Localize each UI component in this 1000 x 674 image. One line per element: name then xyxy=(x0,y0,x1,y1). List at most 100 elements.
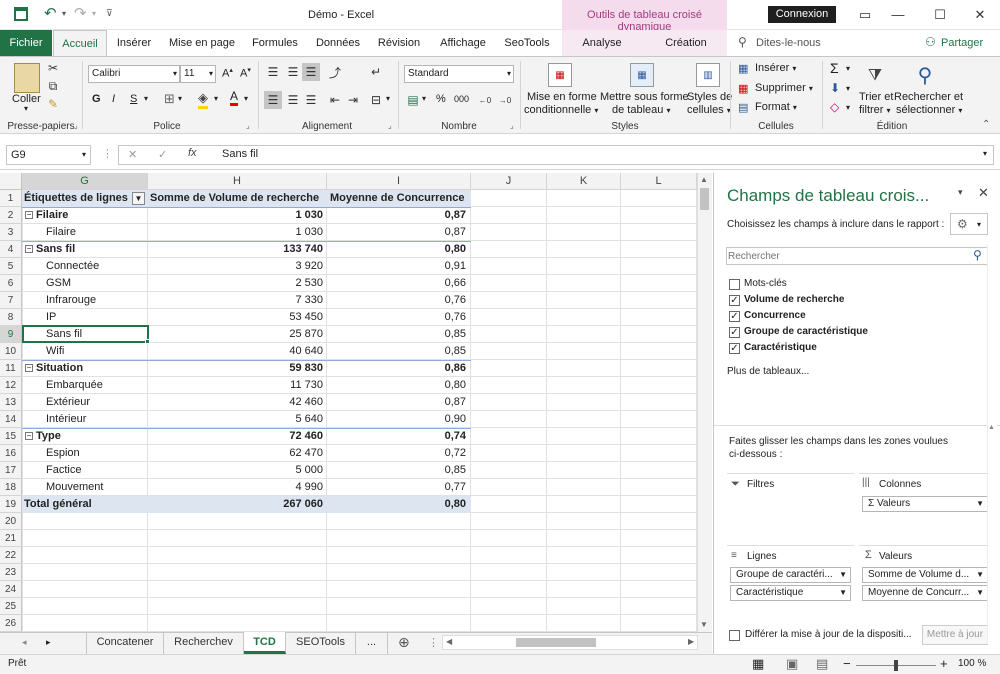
fill-dropdown-icon[interactable]: ▾ xyxy=(846,84,850,93)
pivot-value-cell[interactable]: 0,85 xyxy=(330,462,466,479)
find-select-label-2[interactable]: sélectionner ▾ xyxy=(896,104,962,116)
thousands-button[interactable]: 000 xyxy=(454,94,469,104)
share-button[interactable]: Partager xyxy=(941,37,983,49)
percent-button[interactable]: % xyxy=(436,93,446,105)
shrink-font-icon[interactable]: A▾ xyxy=(240,66,251,80)
paste-icon[interactable] xyxy=(14,63,40,93)
collapse-ribbon-icon[interactable]: ⌃ xyxy=(982,119,990,130)
column-header[interactable]: J xyxy=(471,173,547,190)
collapse-group-icon[interactable]: − xyxy=(25,211,33,219)
cell-styles-icon[interactable]: ▥ xyxy=(696,63,720,87)
pane-scrollbar[interactable] xyxy=(987,244,997,644)
insert-function-button[interactable]: fx xyxy=(188,147,197,159)
format-as-table-label-1[interactable]: Mettre sous forme xyxy=(600,91,689,103)
pivot-value-cell[interactable]: 2 530 xyxy=(150,275,323,292)
tab-seotools[interactable]: SeoTools xyxy=(500,30,554,56)
pivot-row-label[interactable]: Connectée xyxy=(46,258,146,275)
row-filter-dropdown-icon[interactable]: ▼ xyxy=(132,192,145,205)
select-all-corner[interactable] xyxy=(0,173,22,190)
scroll-left-icon[interactable]: ◀ xyxy=(446,637,452,646)
pivot-row-label[interactable]: Wifi xyxy=(46,343,146,360)
format-cells-icon[interactable]: ▤ xyxy=(738,101,748,114)
pivot-value-cell[interactable]: 42 460 xyxy=(150,394,323,411)
pivot-row-label[interactable]: Type xyxy=(36,428,146,445)
pivot-row-label[interactable]: IP xyxy=(46,309,146,326)
zoom-in-icon[interactable]: + xyxy=(940,656,948,671)
cut-icon[interactable]: ✂ xyxy=(46,61,60,75)
accounting-format-icon[interactable]: ▤ xyxy=(404,91,422,109)
pivot-row-label[interactable]: Filaire xyxy=(46,224,146,241)
clipboard-launcher-icon[interactable]: ⌟ xyxy=(74,121,78,130)
column-item-values[interactable]: Σ Valeurs ▼ xyxy=(862,496,988,512)
maximize-icon[interactable]: ☐ xyxy=(930,6,950,24)
tab-home[interactable]: Accueil xyxy=(53,30,107,57)
pivot-value-cell[interactable]: 53 450 xyxy=(150,309,323,326)
sort-filter-label-1[interactable]: Trier et xyxy=(859,91,893,103)
insert-cells-button[interactable]: Insérer ▾ xyxy=(755,62,796,74)
row-header[interactable]: 4 xyxy=(0,241,22,258)
cell-styles-label-2[interactable]: cellules ▾ xyxy=(687,104,731,116)
pivot-value-cell[interactable]: 0,66 xyxy=(330,275,466,292)
row-header[interactable]: 23 xyxy=(0,564,22,581)
pivot-value-cell[interactable]: 0,90 xyxy=(330,411,466,428)
value-item-1[interactable]: Somme de Volume d... ▼ xyxy=(862,567,988,583)
sheet-tab-seotools[interactable]: SEOTools xyxy=(286,632,356,654)
pivot-value-cell[interactable]: 0,80 xyxy=(330,241,466,258)
zoom-out-icon[interactable]: − xyxy=(843,656,851,671)
number-launcher-icon[interactable]: ⌟ xyxy=(510,121,514,130)
zoom-level[interactable]: 100 % xyxy=(958,658,986,669)
pivot-value-cell[interactable]: 5 000 xyxy=(150,462,323,479)
pivot-value-cell[interactable]: 25 870 xyxy=(150,326,323,343)
redo-icon[interactable]: ↷ xyxy=(74,4,87,22)
decrease-indent-icon[interactable]: ⇤ xyxy=(326,91,344,109)
pivot-value-cell[interactable]: 0,80 xyxy=(330,496,466,513)
customize-qat-icon[interactable]: ⊽ xyxy=(106,8,113,19)
wrap-text-icon[interactable]: ↵ xyxy=(368,63,384,81)
row-header[interactable]: 13 xyxy=(0,394,22,411)
clear-dropdown-icon[interactable]: ▾ xyxy=(846,103,850,112)
tab-analyse[interactable]: Analyse xyxy=(570,30,634,56)
find-select-icon[interactable]: ⚲ xyxy=(912,61,938,89)
pane-search-input[interactable] xyxy=(728,249,958,263)
increase-decimal-icon[interactable]: ←0 xyxy=(476,91,494,109)
underline-button[interactable]: S xyxy=(130,93,137,105)
pivot-value-cell[interactable]: 0,74 xyxy=(330,428,466,445)
pivot-row-labels-header[interactable]: Étiquettes de lignes xyxy=(24,190,146,207)
pane-scroll-up-icon[interactable]: ▲ xyxy=(988,424,995,431)
field-label[interactable]: Concurrence xyxy=(744,310,806,321)
ribbon-display-icon[interactable]: ▭ xyxy=(855,6,875,24)
pivot-value-cell[interactable]: 5 640 xyxy=(150,411,323,428)
field-checkbox[interactable]: ✓ xyxy=(729,295,740,306)
page-layout-view-icon[interactable]: ▣ xyxy=(786,656,798,672)
autosum-icon[interactable]: Σ xyxy=(830,60,839,76)
pivot-row-label[interactable]: Espion xyxy=(46,445,146,462)
pivot-row-label[interactable]: Situation xyxy=(36,360,146,377)
field-checkbox[interactable]: ✓ xyxy=(729,343,740,354)
pivot-value-cell[interactable]: 0,91 xyxy=(330,258,466,275)
defer-update-checkbox[interactable] xyxy=(729,630,740,641)
pivot-value-cell[interactable]: 0,85 xyxy=(330,343,466,360)
tab-file[interactable]: Fichier xyxy=(0,30,52,56)
format-as-table-label-2[interactable]: de tableau ▾ xyxy=(612,104,670,116)
pivot-row-label[interactable]: Factice xyxy=(46,462,146,479)
row-header[interactable]: 10 xyxy=(0,343,22,360)
row-header[interactable]: 21 xyxy=(0,530,22,547)
value-item-2[interactable]: Moyenne de Concurr... ▼ xyxy=(862,585,988,601)
row-header[interactable]: 15 xyxy=(0,428,22,445)
tab-page-layout[interactable]: Mise en page xyxy=(166,30,238,56)
pivot-value-cell[interactable]: 133 740 xyxy=(150,241,323,258)
autosum-dropdown-icon[interactable]: ▾ xyxy=(846,64,850,73)
format-as-table-icon[interactable]: ▦ xyxy=(630,63,654,87)
align-top-icon[interactable]: ☰ xyxy=(264,63,282,81)
add-sheet-icon[interactable]: ⊕ xyxy=(398,634,410,651)
horizontal-scroll-thumb[interactable] xyxy=(516,638,596,647)
format-cells-button[interactable]: Format ▾ xyxy=(755,101,797,113)
align-bottom-icon[interactable]: ☰ xyxy=(302,63,320,81)
conditional-format-icon[interactable]: ▦ xyxy=(548,63,572,87)
pivot-value-cell[interactable]: 267 060 xyxy=(150,496,323,513)
alignment-launcher-icon[interactable]: ⌟ xyxy=(388,121,392,130)
pivot-value-cell[interactable]: 7 330 xyxy=(150,292,323,309)
vertical-scrollbar[interactable] xyxy=(697,173,712,632)
pane-layout-button[interactable]: ⚙ ▾ xyxy=(950,213,988,235)
conditional-format-label-1[interactable]: Mise en forme xyxy=(527,91,597,103)
